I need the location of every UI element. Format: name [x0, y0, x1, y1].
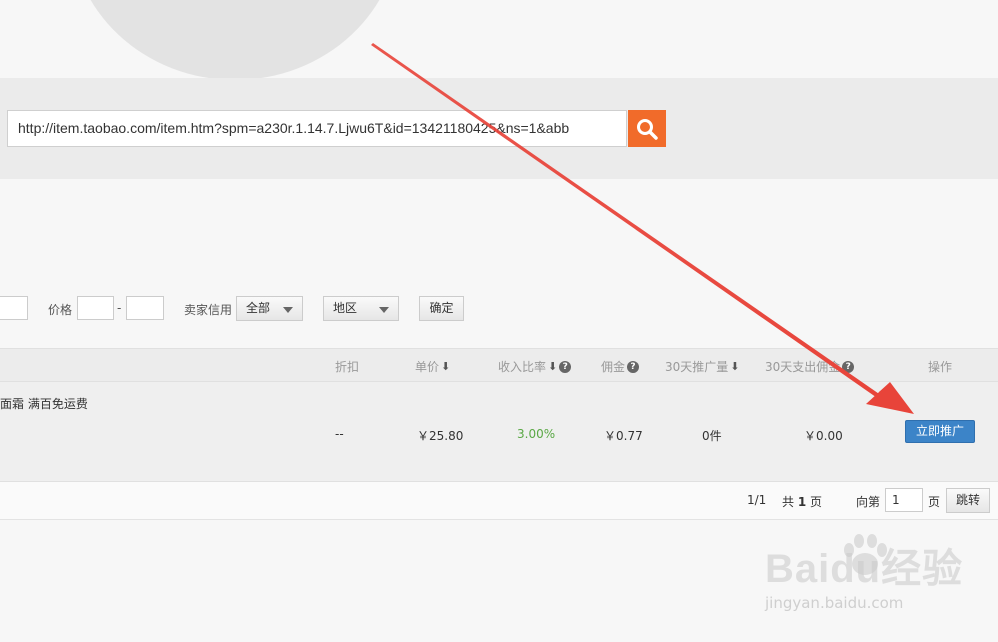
header-income-ratio-label: 收入比率 [498, 360, 547, 374]
help-icon[interactable]: ? [559, 360, 572, 373]
watermark-url: jingyan.baidu.com [765, 594, 904, 612]
chevron-down-icon [379, 307, 389, 313]
cell-spend-30d: ￥0.00 [804, 429, 843, 443]
help-icon[interactable]: ? [842, 360, 855, 373]
price-dash: - [117, 301, 122, 315]
confirm-button[interactable]: 确定 [419, 296, 464, 321]
filter-bar: 价格 - 卖家信用 全部 地区 确定 [0, 296, 998, 326]
search-icon [637, 118, 658, 140]
goto-suffix: 页 [928, 495, 941, 509]
header-action-label: 操作 [928, 360, 953, 374]
header-unit-price-label: 单价 [415, 360, 440, 374]
header-spend-30d-label: 30天支出佣金 [765, 360, 841, 374]
total-pages-value: 1 [797, 495, 807, 509]
table-row: 面霜 满百免运费 -- ￥25.80 3.00% ￥0.77 0件 ￥0.00 … [0, 382, 998, 482]
price-max-input[interactable] [126, 296, 164, 320]
price-min-input[interactable] [77, 296, 114, 320]
total-suffix: 页 [810, 495, 823, 509]
header-action: 操作 [928, 358, 952, 375]
cell-promo-30d: 0件 [702, 429, 722, 443]
seller-credit-label: 卖家信用 [184, 303, 233, 317]
seller-credit-value: 全部 [246, 301, 271, 315]
header-promo-30d-label: 30天推广量 [665, 360, 729, 374]
price-label: 价格 [48, 303, 73, 317]
header-discount: 折扣 [335, 358, 359, 375]
sort-down-icon: ⬇ [730, 360, 740, 373]
decorative-shape [70, 0, 400, 80]
header-unit-price[interactable]: 单价 ⬇ [415, 358, 450, 375]
header-income-ratio[interactable]: 收入比率 ⬇? [498, 358, 572, 375]
region-select[interactable]: 地区 [323, 296, 399, 321]
promote-now-button[interactable]: 立即推广 [905, 420, 975, 443]
header-commission: 佣金? [601, 358, 640, 375]
cell-commission: ￥0.77 [604, 429, 643, 443]
cell-unit-price: ￥25.80 [417, 429, 464, 443]
paw-icon [844, 534, 887, 575]
cell-income-ratio: 3.00% [517, 427, 556, 441]
page-of: 1/1 [747, 493, 767, 507]
sort-down-icon: ⬇ [441, 360, 451, 373]
search-button[interactable] [628, 110, 666, 147]
item-title[interactable]: 面霜 满百免运费 [0, 395, 88, 412]
search-input-value: http://item.taobao.com/item.htm?spm=a230… [18, 120, 570, 136]
watermark: Baidu经验 jingyan.baidu.com [765, 534, 963, 612]
goto-page-input[interactable]: 1 [885, 488, 923, 512]
header-spend-30d: 30天支出佣金? [765, 358, 855, 375]
chevron-down-icon [283, 307, 293, 313]
region-value: 地区 [333, 301, 358, 315]
jump-button[interactable]: 跳转 [946, 488, 990, 513]
header-promo-30d[interactable]: 30天推广量 ⬇ [665, 358, 740, 375]
table-header: 折扣 单价 ⬇ 收入比率 ⬇? 佣金? 30天推广量 ⬇ 30天支出佣金? 操作 [0, 348, 998, 382]
pagination: 1/1 共 1 页 向第 1 页 跳转 [0, 482, 998, 520]
help-icon[interactable]: ? [627, 360, 640, 373]
header-discount-label: 折扣 [335, 360, 360, 374]
total-pages: 共 1 页 [782, 493, 822, 510]
cell-discount: -- [335, 427, 344, 441]
sort-down-icon: ⬇ [548, 360, 558, 373]
total-prefix: 共 [782, 495, 795, 509]
search-input[interactable]: http://item.taobao.com/item.htm?spm=a230… [7, 110, 627, 147]
goto-prefix: 向第 [856, 495, 881, 509]
seller-credit-select[interactable]: 全部 [236, 296, 303, 321]
filter-input-partial[interactable] [0, 296, 28, 320]
header-commission-label: 佣金 [601, 360, 626, 374]
